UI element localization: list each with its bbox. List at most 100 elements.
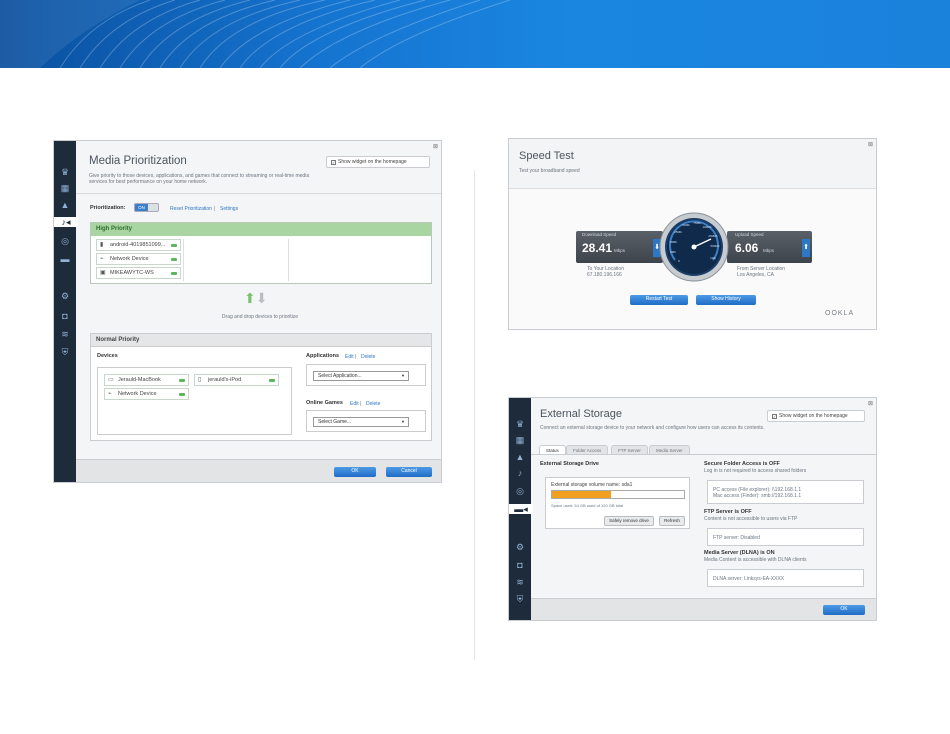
- device-list-icon[interactable]: ▦: [514, 435, 526, 445]
- external-storage-icon[interactable]: ▬◂: [509, 504, 533, 514]
- speedometer-icon[interactable]: ◎: [59, 236, 71, 246]
- cancel-button[interactable]: Cancel: [386, 467, 432, 477]
- header-separator: [76, 193, 441, 194]
- laptop-icon: ▭: [108, 377, 114, 383]
- applications-edit-link[interactable]: Edit: [345, 354, 354, 360]
- close-icon[interactable]: ⊠: [868, 400, 873, 407]
- header-banner: [0, 0, 950, 68]
- dlna-server-name: DLNA server: Linksys-EA-XXXX: [713, 576, 785, 582]
- ftp-server-status: FTP server: Disabled: [713, 535, 760, 541]
- tab-status[interactable]: Status: [539, 445, 566, 454]
- drag-hint: Drag and drop devices to prioritize: [221, 314, 299, 320]
- tab-ftp-server[interactable]: FTP Server: [611, 445, 648, 454]
- crown-icon[interactable]: ♛: [59, 167, 71, 177]
- high-priority-header: High Priority: [91, 223, 431, 236]
- media-prioritization-panel: ♛ ▦ ▲ ♪◂ ◎ ▬ ⚙ ◘ ≋ ⛨ Media Prioritizatio…: [53, 140, 442, 483]
- wireless-icon[interactable]: ≋: [59, 329, 71, 339]
- high-drop-column: [183, 239, 289, 281]
- speed-subtitle: Test your broadband speed: [519, 168, 580, 174]
- security-shield-icon[interactable]: ⛨: [514, 594, 526, 604]
- normal-device-row-3[interactable]: ▯ jerauld's-iPod: [194, 374, 279, 386]
- wireless-icon[interactable]: ≋: [514, 577, 526, 587]
- high-device-row-3[interactable]: ▣ MIKEAWYTC-WS: [96, 267, 181, 279]
- warning-icon[interactable]: ▲: [514, 452, 526, 462]
- refresh-button[interactable]: Refresh: [659, 516, 685, 526]
- select-application-value: Select Application...: [318, 373, 362, 379]
- tab-media-server[interactable]: Media Server: [649, 445, 690, 454]
- gauge-tick: 25Mb: [674, 230, 682, 234]
- applications-delete-link[interactable]: Delete: [361, 354, 375, 360]
- phone-icon: ▮: [100, 242, 104, 248]
- gauge-tick: 500Mb: [710, 244, 720, 248]
- games-edit-link[interactable]: Edit: [350, 401, 359, 407]
- high-device-row-2[interactable]: ⌁ Network Device: [96, 253, 181, 265]
- normal-device-row-1[interactable]: ▭ Jerauld-MacBook: [104, 374, 189, 386]
- high-priority-section: High Priority ▮ android-4019851099... ⌁ Ne…: [90, 222, 432, 284]
- safely-remove-drive-button[interactable]: Safely remove drive: [604, 516, 654, 526]
- network-device-icon: ⌁: [108, 391, 112, 397]
- normal-device-row-2[interactable]: ⌁ Network Device: [104, 388, 189, 400]
- warning-icon[interactable]: ▲: [59, 200, 71, 210]
- speed-header: [509, 139, 876, 189]
- games-delete-link[interactable]: Delete: [366, 401, 380, 407]
- select-game-dropdown[interactable]: Select Game... ▼: [313, 417, 409, 427]
- media-prioritization-icon[interactable]: ♪: [514, 468, 526, 478]
- ok-button[interactable]: OK: [823, 605, 865, 615]
- device-name: MIKEAWYTC-WS: [110, 270, 154, 276]
- toggle-on-label: ON: [135, 204, 148, 211]
- crown-icon[interactable]: ♛: [514, 419, 526, 429]
- connectivity-icon[interactable]: ⚙: [59, 291, 71, 301]
- select-application-dropdown[interactable]: Select Application... ▼: [313, 371, 409, 381]
- checkbox-tick-icon: ✓: [331, 160, 336, 165]
- camera-icon[interactable]: ◘: [514, 560, 526, 570]
- ftp-box: FTP server: Disabled: [707, 528, 864, 546]
- security-shield-icon[interactable]: ⛨: [59, 347, 71, 357]
- speedometer-icon[interactable]: ◎: [514, 486, 526, 496]
- dropdown-arrow-icon: ▼: [401, 373, 405, 378]
- speed-title: Speed Test: [519, 150, 574, 162]
- mac-access: Mac access (Finder): smb://192.168.1.1: [713, 493, 802, 499]
- settings-link[interactable]: Settings: [220, 206, 238, 212]
- tab-folder-access[interactable]: Folder Access: [566, 445, 609, 454]
- upload-arrow-icon: ⬆: [802, 239, 810, 257]
- desktop-icon: ▣: [100, 270, 106, 276]
- download-unit: Mbps: [614, 248, 626, 253]
- normal-priority-header: Normal Priority: [91, 334, 431, 347]
- gauge-tick: 75Mb: [693, 221, 701, 225]
- device-list-icon[interactable]: ▦: [59, 183, 71, 193]
- storage-footer: OK: [531, 598, 876, 620]
- usage-bar-fill: [552, 491, 612, 498]
- signal-icon: [269, 379, 275, 382]
- storage-tabs: Status Folder Access FTP Server Media Se…: [539, 445, 699, 454]
- reset-prioritization-link[interactable]: Reset Prioritization: [170, 206, 212, 212]
- restart-test-button[interactable]: Restart Test: [630, 295, 688, 305]
- signal-icon: [179, 393, 185, 396]
- upload-panel: Upload Speed 6.06 Mbps ⬆: [727, 231, 812, 263]
- upload-label: Upload Speed: [735, 232, 764, 237]
- upload-unit: Mbps: [763, 248, 775, 253]
- external-storage-icon[interactable]: ▬: [59, 254, 71, 264]
- gauge-tick: 5Mb: [670, 250, 676, 254]
- gauge-tick: 10Mb: [669, 240, 677, 244]
- camera-icon[interactable]: ◘: [59, 311, 71, 321]
- show-history-button[interactable]: Show History: [696, 295, 756, 305]
- close-icon[interactable]: ⊠: [868, 141, 873, 148]
- gauge-tick: 1Gb: [710, 256, 716, 260]
- gauge-tick: 50Mb: [682, 223, 690, 227]
- speed-test-panel: Speed Test Test your broadband speed ⊠ D…: [508, 138, 877, 330]
- media-prioritization-icon[interactable]: ♪◂: [54, 217, 78, 227]
- dlna-box: DLNA server: Linksys-EA-XXXX: [707, 569, 864, 587]
- close-icon[interactable]: ⊠: [433, 143, 438, 150]
- normal-devices-box: ▭ Jerauld-MacBook ⌁ Network Device ▯ jeraul…: [97, 367, 292, 435]
- external-storage-panel: ♛ ▦ ▲ ♪ ◎ ▬◂ ⚙ ◘ ≋ ⛨ External Storage Co…: [508, 397, 877, 621]
- show-widget-checkbox[interactable]: ✓ Show widget on the homepage: [326, 156, 430, 168]
- connectivity-icon[interactable]: ⚙: [514, 542, 526, 552]
- to-location-ip: 67.180.196.166: [587, 272, 622, 278]
- drive-box: External storage volume name: sda1 Space…: [545, 477, 690, 529]
- show-widget-checkbox[interactable]: ✓ Show widget on the homepage: [767, 410, 865, 422]
- ok-button[interactable]: OK: [334, 467, 376, 477]
- prioritization-toggle[interactable]: ON: [134, 203, 159, 212]
- high-device-row-1[interactable]: ▮ android-4019851099...: [96, 239, 181, 251]
- media-sidebar: ♛ ▦ ▲ ♪◂ ◎ ▬ ⚙ ◘ ≋ ⛨: [54, 141, 78, 482]
- media-footer: OK Cancel: [76, 459, 441, 482]
